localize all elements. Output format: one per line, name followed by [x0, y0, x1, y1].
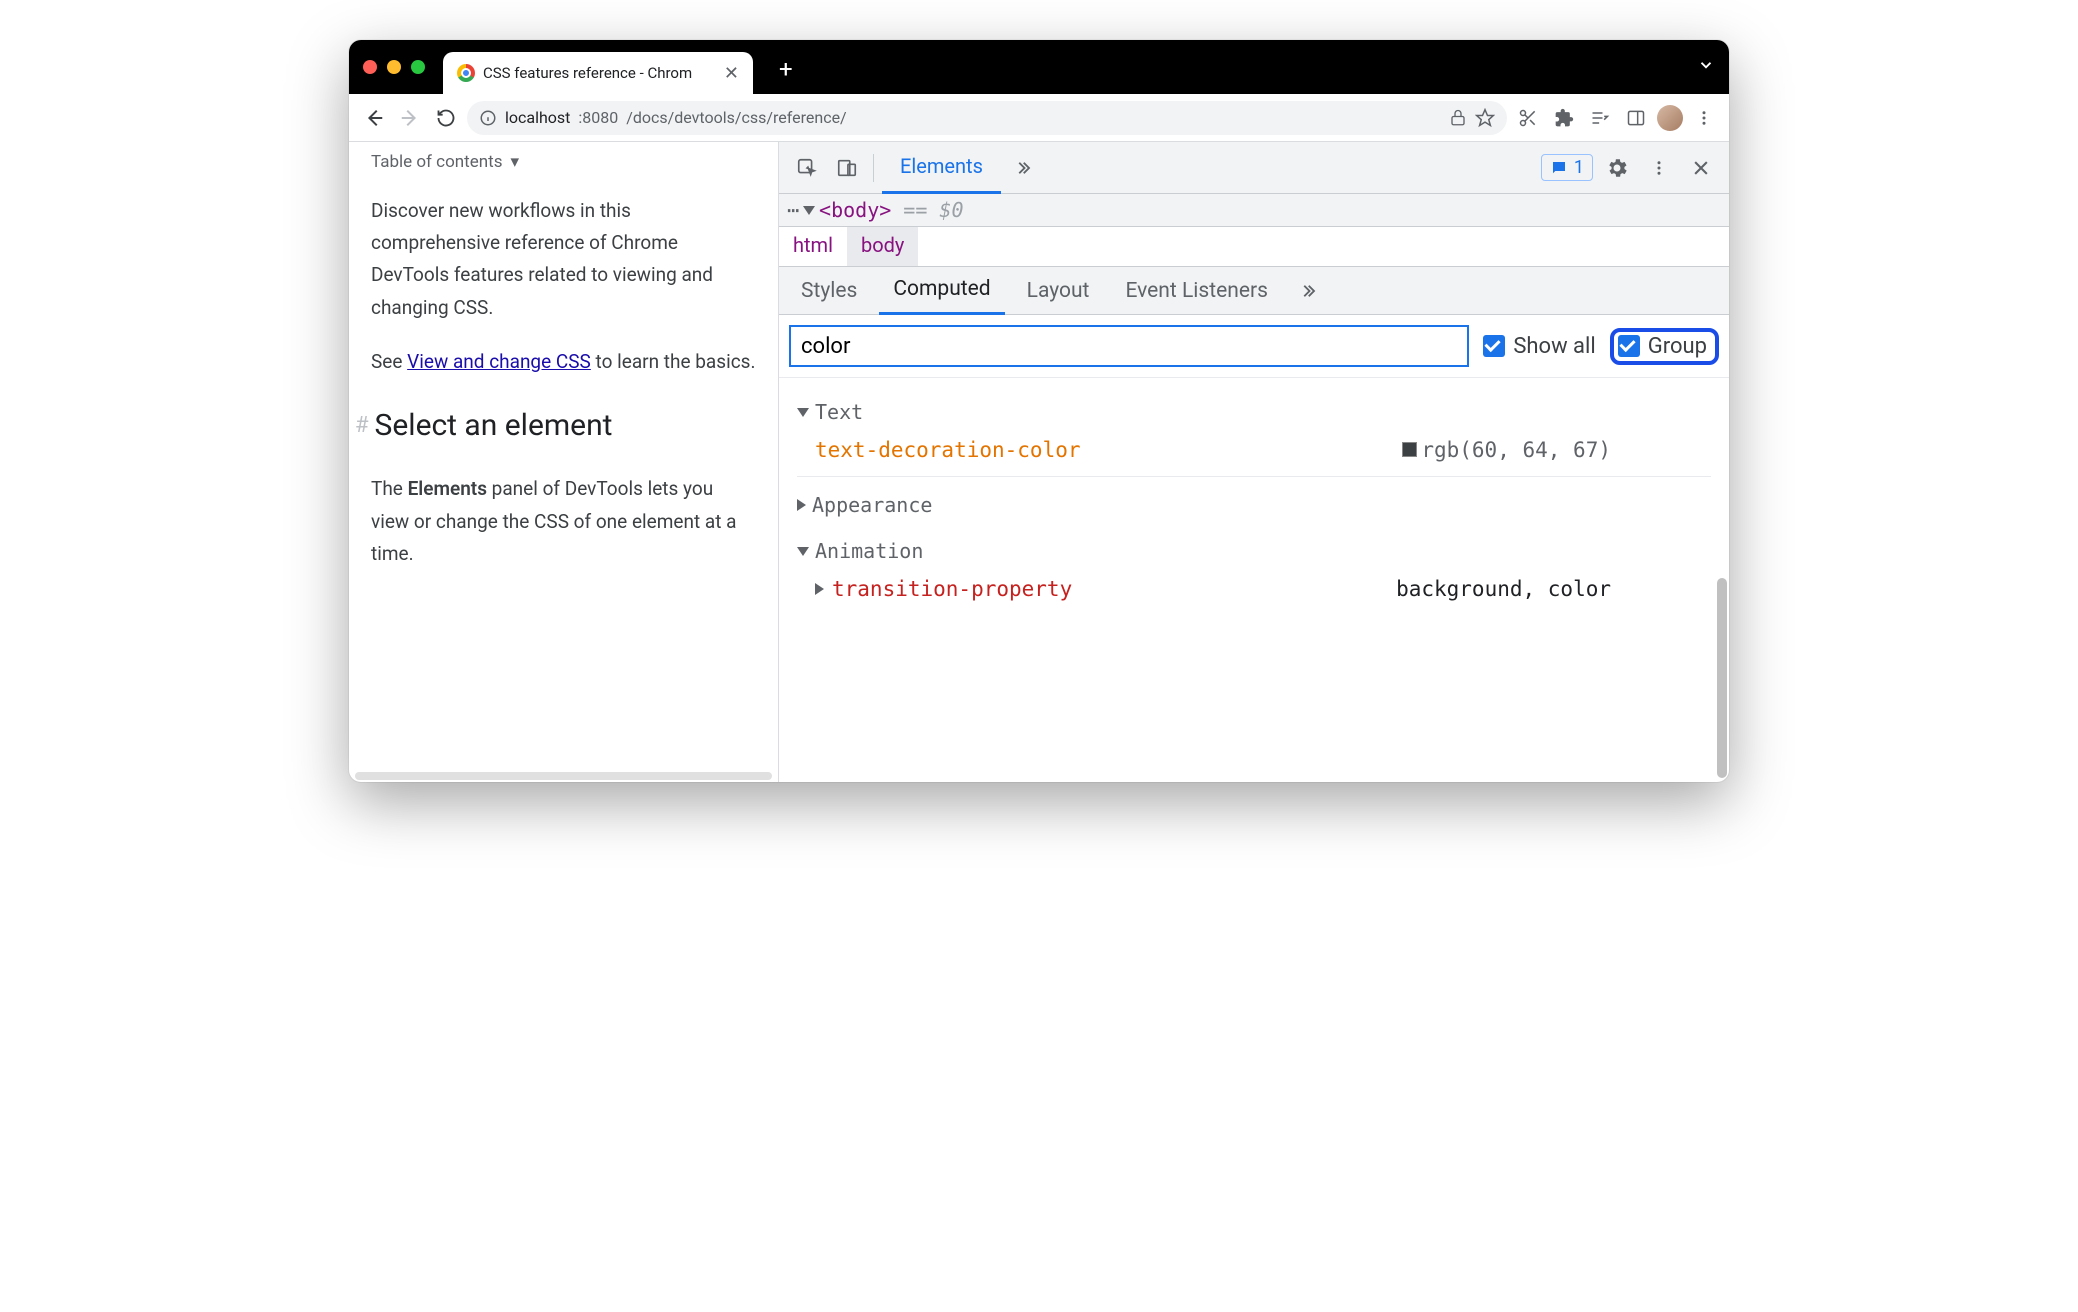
bookmark-star-icon[interactable]: [1475, 108, 1495, 128]
url-port: :8080: [578, 108, 618, 127]
browser-menu-button[interactable]: [1689, 103, 1719, 133]
profile-avatar[interactable]: [1657, 105, 1683, 131]
window-controls: [363, 60, 425, 74]
group-appearance: Appearance: [797, 487, 1711, 523]
horizontal-scrollbar[interactable]: [355, 772, 772, 780]
sidebar-tabs: Styles Computed Layout Event Listeners: [779, 267, 1729, 315]
browser-window: CSS features reference - Chrom ✕ + local…: [349, 40, 1729, 782]
close-window-button[interactable]: [363, 60, 377, 74]
reload-button[interactable]: [431, 103, 461, 133]
show-all-checkbox[interactable]: Show all: [1483, 334, 1595, 359]
expand-triangle-icon: [797, 547, 809, 556]
close-devtools-button[interactable]: [1683, 150, 1719, 186]
minimize-window-button[interactable]: [387, 60, 401, 74]
share-icon[interactable]: [1449, 109, 1467, 127]
tabs-overflow-button[interactable]: [1005, 150, 1041, 186]
new-tab-button[interactable]: +: [771, 57, 801, 81]
url-path: /docs/devtools/css/reference/: [626, 108, 846, 127]
devtools-header: Elements 1: [779, 142, 1729, 194]
tab-computed[interactable]: Computed: [879, 267, 1004, 315]
group-header-appearance[interactable]: Appearance: [797, 487, 1711, 523]
page-content: Table of contents ▾ Discover new workflo…: [349, 142, 779, 782]
color-swatch[interactable]: [1402, 442, 1417, 457]
info-icon: [479, 109, 497, 127]
view-change-css-link[interactable]: View and change CSS: [407, 350, 591, 373]
maximize-window-button[interactable]: [411, 60, 425, 74]
elements-paragraph: The Elements panel of DevTools lets you …: [371, 473, 756, 570]
checkbox-icon: [1483, 335, 1505, 357]
property-row[interactable]: text-decoration-color rgb(60, 64, 67): [797, 430, 1711, 477]
devtools-menu-button[interactable]: [1641, 150, 1677, 186]
property-value: rgb(60, 64, 67): [1402, 438, 1611, 462]
breadcrumb-html[interactable]: html: [779, 227, 847, 266]
property-row[interactable]: transition-property background, color: [797, 569, 1711, 615]
content-area: Table of contents ▾ Discover new workflo…: [349, 142, 1729, 782]
back-button[interactable]: [359, 103, 389, 133]
filter-row: Show all Group: [779, 315, 1729, 378]
nav-toolbar: localhost :8080/docs/devtools/css/referen…: [349, 94, 1729, 142]
url-host: localhost: [505, 108, 570, 127]
dom-tag: <body>: [819, 198, 891, 222]
message-icon: [1550, 159, 1568, 177]
group-header-text[interactable]: Text: [797, 394, 1711, 430]
tab-list-button[interactable]: [1697, 56, 1715, 78]
see-paragraph: See View and change CSS to learn the bas…: [371, 346, 756, 378]
breadcrumb-body[interactable]: body: [847, 227, 918, 266]
inspect-element-button[interactable]: [789, 150, 825, 186]
filter-input[interactable]: [789, 325, 1469, 367]
dom-suffix: == $0: [903, 198, 963, 222]
chrome-icon: [457, 64, 475, 82]
subtabs-overflow-button[interactable]: [1290, 273, 1326, 309]
tab-layout[interactable]: Layout: [1013, 267, 1104, 315]
side-panel-icon[interactable]: [1621, 103, 1651, 133]
dom-row[interactable]: ⋯ <body> == $0: [779, 194, 1729, 227]
scissors-icon[interactable]: [1513, 103, 1543, 133]
group-animation: Animation transition-property background…: [797, 533, 1711, 615]
expand-triangle-icon[interactable]: [815, 583, 824, 595]
forward-button[interactable]: [395, 103, 425, 133]
group-header-animation[interactable]: Animation: [797, 533, 1711, 569]
anchor-hash-icon[interactable]: #: [355, 407, 369, 444]
computed-properties: Text text-decoration-color rgb(60, 64, 6…: [779, 378, 1729, 782]
close-tab-button[interactable]: ✕: [724, 63, 739, 84]
collapse-triangle-icon: [797, 499, 806, 511]
titlebar: CSS features reference - Chrom ✕ +: [349, 40, 1729, 94]
gear-icon: [1605, 156, 1629, 180]
tab-styles[interactable]: Styles: [787, 267, 871, 315]
settings-button[interactable]: [1599, 150, 1635, 186]
devtools-panel: Elements 1: [779, 142, 1729, 782]
issues-count[interactable]: 1: [1541, 154, 1593, 181]
dom-ellipsis: ⋯: [787, 198, 799, 222]
expand-triangle-icon: [797, 408, 809, 417]
extensions-icon[interactable]: [1549, 103, 1579, 133]
vertical-scrollbar[interactable]: [1717, 578, 1727, 778]
heading-select-element: # Select an element: [371, 400, 756, 451]
property-name: transition-property: [832, 577, 1072, 601]
chevron-down-icon: ▾: [510, 148, 519, 177]
device-toolbar-button[interactable]: [829, 150, 865, 186]
intro-paragraph: Discover new workflows in this comprehen…: [371, 195, 756, 324]
group-checkbox[interactable]: Group: [1610, 328, 1719, 365]
toc-label: Table of contents: [371, 148, 502, 177]
toc-toggle[interactable]: Table of contents ▾: [371, 148, 756, 177]
browser-tab[interactable]: CSS features reference - Chrom ✕: [443, 52, 753, 94]
tab-event-listeners[interactable]: Event Listeners: [1111, 267, 1281, 315]
checkbox-icon: [1618, 335, 1640, 357]
tab-title: CSS features reference - Chrom: [483, 64, 716, 82]
breadcrumb: html body: [779, 227, 1729, 267]
address-bar[interactable]: localhost :8080/docs/devtools/css/referen…: [467, 101, 1507, 135]
property-value: background, color: [1396, 577, 1611, 601]
tab-elements[interactable]: Elements: [882, 142, 1001, 194]
group-text: Text text-decoration-color rgb(60, 64, 6…: [797, 394, 1711, 477]
expand-triangle-icon[interactable]: [803, 206, 815, 215]
reading-list-icon[interactable]: [1585, 103, 1615, 133]
property-name: text-decoration-color: [815, 438, 1081, 462]
